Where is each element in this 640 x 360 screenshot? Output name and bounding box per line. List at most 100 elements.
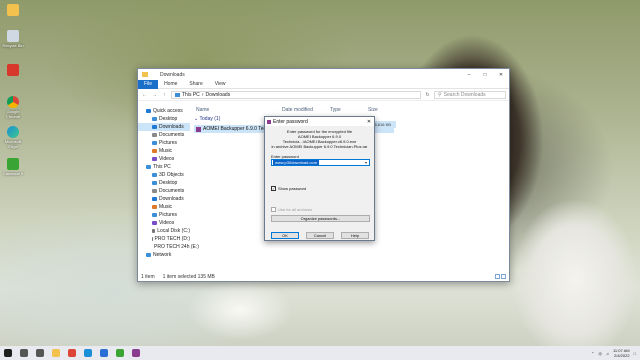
show-password-checkbox[interactable]: ✓ Show password	[271, 186, 306, 191]
sidebar-item-icon	[152, 125, 157, 129]
refresh-icon[interactable]: ↻	[424, 92, 431, 98]
taskbar-search-button[interactable]	[16, 346, 32, 360]
maximize-icon[interactable]: □	[477, 72, 493, 78]
volume-icon[interactable]: ♫	[606, 351, 609, 356]
tab-share[interactable]: Share	[183, 81, 208, 87]
taskbar-edge-button[interactable]	[80, 346, 96, 360]
up-arrow-icon[interactable]: ↑	[161, 92, 168, 98]
sidebar-item-icon	[152, 221, 157, 225]
search-icon	[20, 349, 28, 357]
sidebar-item-icon	[152, 141, 157, 145]
sidebar-item-icon	[152, 117, 157, 121]
use-for-all-archives-checkbox[interactable]: Use for all archives	[271, 207, 312, 212]
taskbar-camtasia-button[interactable]	[112, 346, 128, 360]
sidebar-item-label: Local Disk (C:)	[157, 228, 190, 234]
taskbar-start-button[interactable]	[0, 346, 16, 360]
sidebar-item-network[interactable]: Network	[138, 251, 190, 259]
password-input[interactable]: www.p30download.com ▾	[271, 159, 370, 166]
ok-button[interactable]: OK	[271, 232, 299, 239]
use-for-all-label: Use for all archives	[278, 207, 313, 212]
taskbar-task-view-button[interactable]	[32, 346, 48, 360]
details-view-icon[interactable]	[495, 274, 500, 279]
camtasia-icon	[7, 158, 19, 170]
sidebar-item-pro-tech-24h-e[interactable]: PRO TECH 24h (E:)	[138, 243, 199, 251]
dialog-message-line: AOMEI Backupper 6.9.0 Technicia...\AOMEI…	[282, 134, 357, 144]
sidebar-item-videos[interactable]: Videos	[138, 219, 190, 227]
column-headers: Name Date modified Type Size	[192, 105, 509, 114]
winrar-icon	[267, 119, 271, 124]
tab-home[interactable]: Home	[158, 81, 183, 87]
search-icon: ⚲	[438, 91, 442, 98]
sidebar-item-desktop[interactable]: Desktop	[138, 115, 190, 123]
chevron-down-icon[interactable]: ▾	[363, 160, 369, 165]
sidebar-item-3d-objects[interactable]: 3D Objects	[138, 171, 190, 179]
minimize-icon[interactable]: –	[461, 72, 477, 78]
cancel-button[interactable]: Cancel	[306, 232, 334, 239]
sidebar-item-label: Pictures	[159, 140, 178, 146]
taskbar: ⌃ ◎ ♫ 11:07 AM 2/4/2022 □	[0, 346, 640, 360]
column-name[interactable]: Name	[196, 107, 209, 113]
chevron-right-icon: ›	[201, 91, 204, 98]
desktop-icon-camtasia[interactable]: Camtasia 9	[2, 158, 24, 176]
notifications-icon[interactable]: □	[634, 351, 636, 356]
pc-icon	[175, 92, 180, 97]
taskbar-store-button[interactable]	[96, 346, 112, 360]
large-icons-view-icon[interactable]	[501, 274, 506, 279]
dialog-message: Enter password for the encrypted file AO…	[265, 126, 374, 149]
desktop-icon-edge[interactable]: Microsoft Edge	[2, 126, 24, 149]
sidebar-item-videos[interactable]: Videos	[138, 155, 190, 163]
sidebar-item-label: Videos	[159, 220, 175, 226]
organize-passwords-button[interactable]: Organize passwords...	[271, 215, 370, 222]
group-header-today[interactable]: ⌄ Today (1)	[194, 116, 220, 122]
close-icon[interactable]: ✕	[364, 119, 374, 125]
chevron-up-icon[interactable]: ⌃	[591, 351, 594, 356]
desktop-icon-app[interactable]	[2, 64, 24, 77]
sidebar-item-pro-tech-d[interactable]: PRO TECH (D:)	[138, 235, 190, 243]
column-type[interactable]: Type	[330, 107, 341, 113]
taskbar-chrome-button[interactable]	[64, 346, 80, 360]
desktop-icon-user-folder[interactable]	[2, 4, 24, 17]
sidebar-item-label: This PC	[153, 164, 171, 170]
sidebar-item-music[interactable]: Music	[138, 203, 190, 211]
desktop-icon-recycle-bin[interactable]: Recycle Bin	[2, 30, 24, 48]
sidebar-item-quick-access[interactable]: Quick access	[138, 107, 190, 115]
column-size[interactable]: Size	[368, 107, 378, 113]
sidebar-item-downloads[interactable]: Downloads	[138, 123, 190, 131]
column-date-modified[interactable]: Date modified	[282, 107, 313, 113]
close-icon[interactable]: ✕	[493, 72, 509, 78]
forward-arrow-icon[interactable]: →	[151, 92, 158, 98]
address-bar[interactable]: This PC › Downloads	[171, 90, 421, 99]
sidebar-item-icon	[146, 253, 151, 257]
sidebar-item-music[interactable]: Music	[138, 147, 190, 155]
app-icon	[7, 64, 19, 76]
tab-view[interactable]: View	[209, 81, 232, 87]
dialog-titlebar[interactable]: Enter password ✕	[265, 117, 374, 126]
taskbar-winrar-button[interactable]	[128, 346, 144, 360]
help-button[interactable]: Help	[341, 232, 369, 239]
sidebar-item-icon	[152, 133, 157, 137]
search-input[interactable]: ⚲ Search Downloads	[434, 90, 506, 99]
clock[interactable]: 11:07 AM 2/4/2022	[613, 348, 630, 358]
breadcrumb-downloads[interactable]: Downloads	[205, 92, 230, 98]
tab-file[interactable]: File	[138, 79, 159, 89]
sidebar-item-icon	[152, 229, 156, 233]
store-icon	[100, 349, 108, 357]
breadcrumb-this-pc[interactable]: This PC	[182, 92, 200, 98]
network-icon[interactable]: ◎	[598, 351, 602, 356]
sidebar-item-desktop[interactable]: Desktop	[138, 179, 190, 187]
sidebar-item-local-disk-c[interactable]: Local Disk (C:)	[138, 227, 190, 235]
desktop-icon-chrome[interactable]: Google Chrome	[2, 96, 24, 119]
sidebar-item-documents[interactable]: Documents	[138, 187, 190, 195]
back-arrow-icon[interactable]: ←	[141, 92, 148, 98]
sidebar-item-documents[interactable]: Documents	[138, 131, 190, 139]
group-label: Today (1)	[199, 116, 221, 122]
task-view-icon	[36, 349, 44, 357]
sidebar-item-pictures[interactable]: Pictures	[138, 211, 190, 219]
sidebar-item-downloads[interactable]: Downloads	[138, 195, 190, 203]
sidebar-item-pictures[interactable]: Pictures	[138, 139, 190, 147]
status-bar: 1 item 1 item selected 135 MB	[138, 272, 509, 281]
taskbar-file-explorer-button[interactable]	[48, 346, 64, 360]
chrome-icon	[7, 96, 19, 108]
explorer-titlebar[interactable]: Downloads – □ ✕	[138, 69, 509, 80]
sidebar-item-this-pc[interactable]: This PC	[138, 163, 190, 171]
